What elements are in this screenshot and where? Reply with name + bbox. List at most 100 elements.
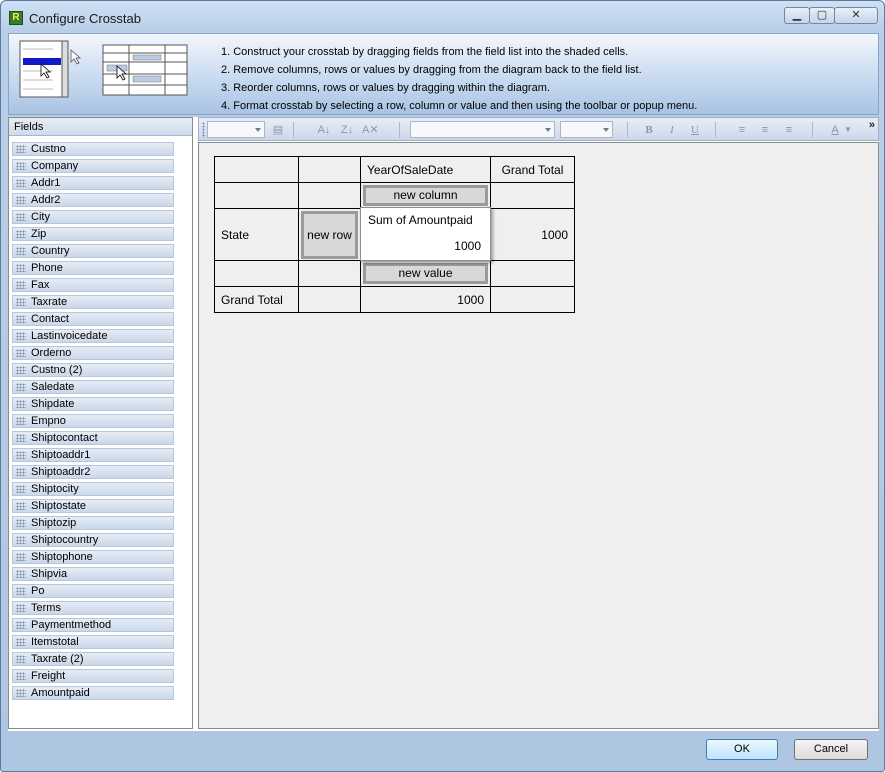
align-right-icon[interactable]: ≡: [781, 122, 797, 138]
new-value-dropzone[interactable]: new value: [363, 263, 488, 284]
value-cell[interactable]: Sum of Amountpaid 1000: [360, 207, 491, 261]
new-value-cell[interactable]: new value: [360, 260, 491, 287]
field-list-item[interactable]: Itemstotal: [12, 635, 174, 649]
field-list-item[interactable]: Contact: [12, 312, 174, 326]
new-row-dropzone[interactable]: new row: [301, 210, 358, 259]
bold-icon[interactable]: B: [641, 122, 657, 138]
field-list: Custno Company Addr1 Addr2 City Zip Country Pho…: [12, 142, 174, 703]
toolbar-separator: [812, 122, 813, 138]
drag-grip-icon: [16, 162, 26, 170]
toolbar-overflow-button[interactable]: »: [869, 119, 875, 131]
drag-grip-icon: [16, 587, 26, 595]
style-combo[interactable]: [207, 121, 265, 138]
drag-grip-icon: [16, 366, 26, 374]
grand-total-row-header[interactable]: Grand Total: [214, 286, 299, 313]
field-label: Zip: [31, 228, 47, 240]
chevron-down-icon: [603, 128, 609, 132]
field-label: Taxrate (2): [31, 653, 84, 665]
field-label: City: [31, 211, 50, 223]
field-label: Addr2: [31, 194, 61, 206]
drag-grip-icon: [16, 400, 26, 408]
field-list-item[interactable]: Shiptozip: [12, 516, 174, 530]
crosstab-diagram: YearOfSaleDate Grand Total new column St…: [198, 142, 879, 729]
align-center-icon[interactable]: ≡: [757, 122, 773, 138]
field-list-item[interactable]: Phone: [12, 261, 174, 275]
field-list-item[interactable]: Lastinvoicedate: [12, 329, 174, 343]
column-grand-total-header[interactable]: Grand Total: [490, 156, 575, 183]
sort-descending-icon[interactable]: Z↓: [339, 122, 355, 138]
new-column-dropzone[interactable]: new column: [363, 185, 488, 206]
field-list-item[interactable]: City: [12, 210, 174, 224]
new-column-cell[interactable]: new column: [360, 182, 491, 209]
field-list-item[interactable]: Po: [12, 584, 174, 598]
configure-crosstab-window: R Configure Crosstab ▁ ▢ ✕ 1. Construct …: [0, 0, 885, 772]
field-list-item[interactable]: Fax: [12, 278, 174, 292]
field-label: Empno: [31, 415, 66, 427]
field-list-item[interactable]: Country: [12, 244, 174, 258]
italic-icon[interactable]: I: [664, 122, 680, 138]
underline-icon[interactable]: U: [687, 122, 703, 138]
row-field-header[interactable]: State: [214, 208, 299, 261]
field-list-item[interactable]: Shiptocity: [12, 482, 174, 496]
field-list-item[interactable]: Shiptocontact: [12, 431, 174, 445]
align-left-icon[interactable]: ≡: [734, 122, 750, 138]
field-list-item[interactable]: Shiptophone: [12, 550, 174, 564]
font-color-icon[interactable]: A: [827, 122, 843, 138]
row-grand-total-cell[interactable]: 1000: [490, 208, 575, 261]
sort-ascending-icon[interactable]: A↓: [316, 122, 332, 138]
field-list-item[interactable]: Zip: [12, 227, 174, 241]
field-label: Po: [31, 585, 45, 597]
toolbar-separator: [715, 122, 716, 138]
field-list-item[interactable]: Shiptostate: [12, 499, 174, 513]
ok-button[interactable]: OK: [706, 739, 778, 760]
field-list-item[interactable]: Saledate: [12, 380, 174, 394]
field-list-item[interactable]: Amountpaid: [12, 686, 174, 700]
chevron-down-icon[interactable]: ▼: [844, 122, 852, 138]
format-painter-icon[interactable]: ▤: [270, 122, 286, 138]
field-label: Paymentmethod: [31, 619, 112, 631]
value-box[interactable]: Sum of Amountpaid 1000: [360, 207, 491, 261]
field-label: Itemstotal: [31, 636, 79, 648]
field-list-item[interactable]: Addr1: [12, 176, 174, 190]
field-list-item[interactable]: Shiptocountry: [12, 533, 174, 547]
instruction-1: 1. Construct your crosstab by dragging f…: [221, 46, 629, 58]
maximize-button[interactable]: ▢: [809, 7, 835, 24]
field-list-item[interactable]: Empno: [12, 414, 174, 428]
empty-cell: [214, 260, 299, 287]
toolbar-grip-icon[interactable]: [202, 122, 205, 138]
drag-grip-icon: [16, 281, 26, 289]
new-row-cell[interactable]: new row: [298, 208, 361, 261]
field-list-item[interactable]: Orderno: [12, 346, 174, 360]
field-list-item[interactable]: Paymentmethod: [12, 618, 174, 632]
grand-total-label: Grand Total: [501, 162, 564, 177]
column-grand-total-cell[interactable]: 1000: [360, 286, 491, 313]
empty-cell: [214, 182, 299, 209]
field-list-item[interactable]: Addr2: [12, 193, 174, 207]
drag-grip-icon: [16, 417, 26, 425]
field-list-item[interactable]: Company: [12, 159, 174, 173]
clear-sort-icon[interactable]: A✕: [362, 122, 379, 138]
field-list-item[interactable]: Terms: [12, 601, 174, 615]
field-list-item[interactable]: Shiptoaddr1: [12, 448, 174, 462]
drag-grip-icon: [16, 553, 26, 561]
field-list-item[interactable]: Freight: [12, 669, 174, 683]
row-field-label: State: [221, 227, 250, 242]
minimize-button[interactable]: ▁: [784, 7, 810, 24]
font-size-combo[interactable]: [560, 121, 613, 138]
value-label: Sum of Amountpaid: [368, 213, 473, 227]
drag-grip-icon: [16, 485, 26, 493]
instruction-banner: 1. Construct your crosstab by dragging f…: [8, 33, 879, 115]
column-field-header[interactable]: YearOfSaleDate: [360, 156, 491, 183]
field-list-item[interactable]: Custno: [12, 142, 174, 156]
field-list-item[interactable]: Taxrate (2): [12, 652, 174, 666]
instruction-list: 1. Construct your crosstab by dragging f…: [221, 43, 697, 115]
field-list-item[interactable]: Taxrate: [12, 295, 174, 309]
font-name-combo[interactable]: [410, 121, 555, 138]
field-list-item[interactable]: Shipdate: [12, 397, 174, 411]
close-button[interactable]: ✕: [834, 7, 878, 24]
field-list-item[interactable]: Custno (2): [12, 363, 174, 377]
cancel-button[interactable]: Cancel: [794, 739, 868, 760]
empty-cell: [490, 260, 575, 287]
field-list-item[interactable]: Shipvia: [12, 567, 174, 581]
field-list-item[interactable]: Shiptoaddr2: [12, 465, 174, 479]
